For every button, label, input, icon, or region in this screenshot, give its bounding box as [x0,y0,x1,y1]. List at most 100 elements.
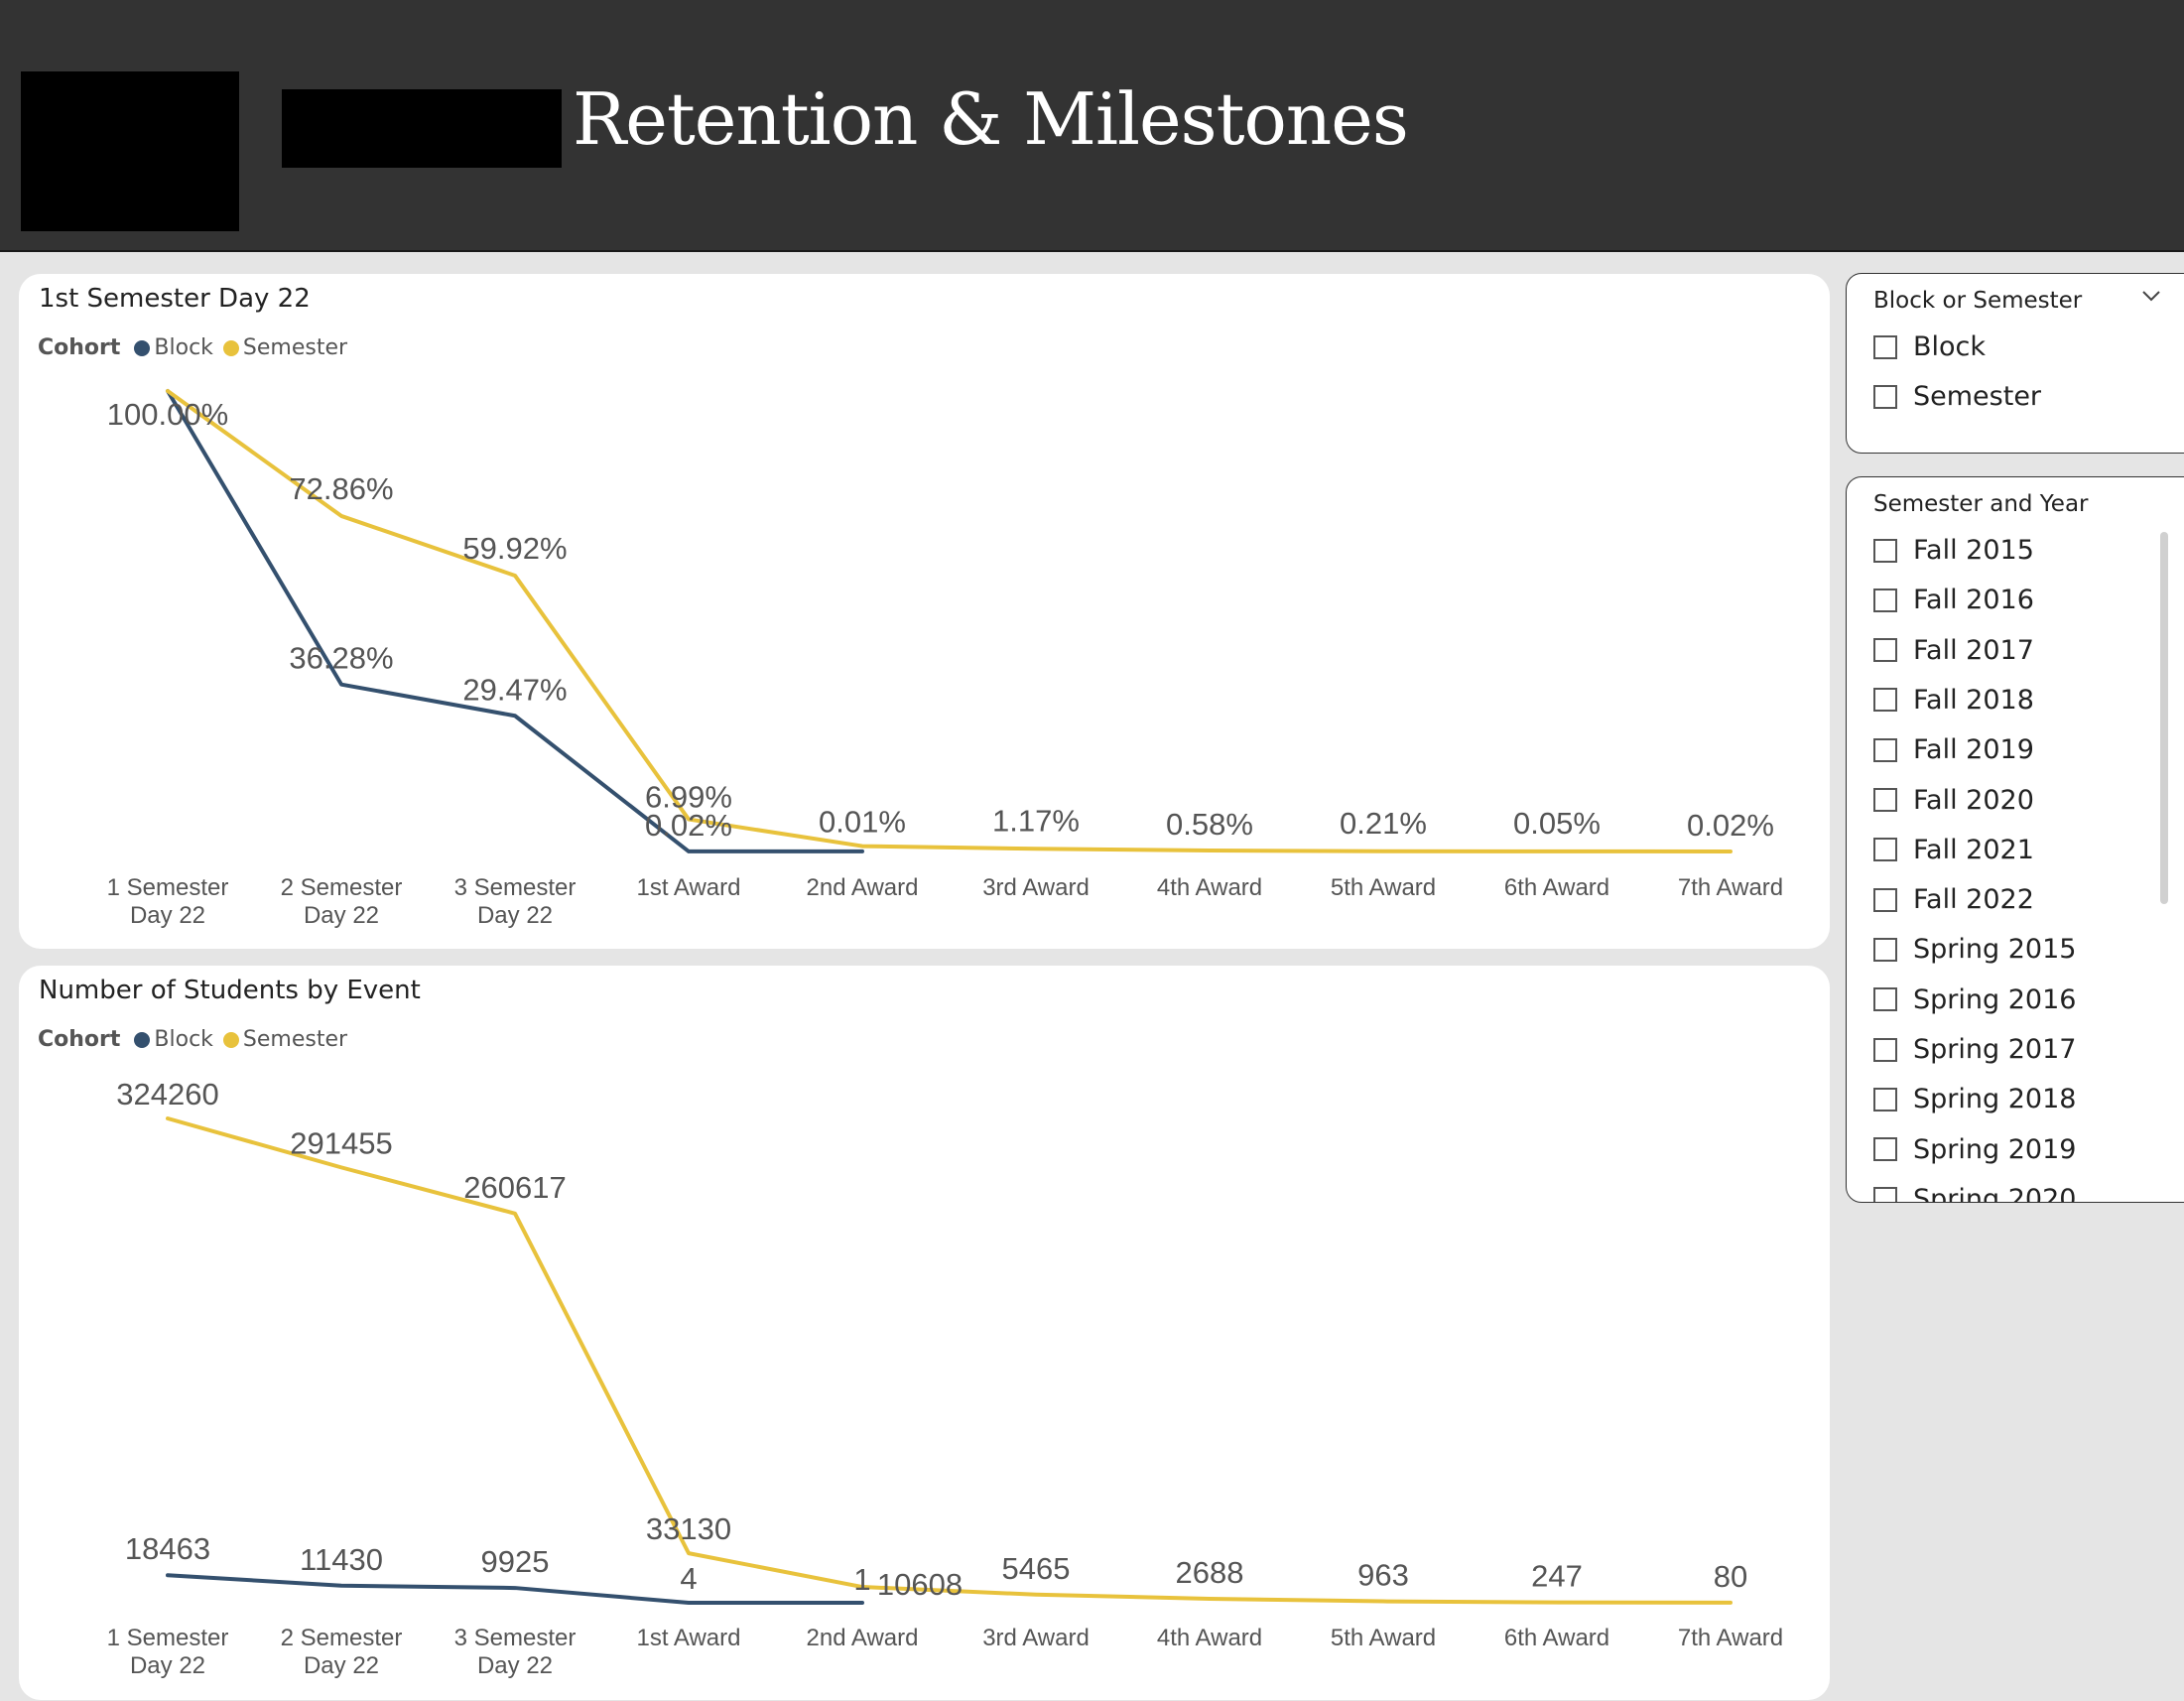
data-label: 1.17% [992,803,1080,838]
slicer-option[interactable]: Spring 2016 [1873,984,2076,1015]
slicer-option-label: Fall 2022 [1913,884,2034,916]
data-label: 29.47% [462,672,567,707]
slicer-option[interactable]: Spring 2018 [1873,1084,2076,1114]
x-tick-label: 4th Award [1157,874,1262,901]
checkbox[interactable] [1873,937,1897,962]
slicer-option-label: Semester [1913,381,2042,412]
redacted-logo [21,71,239,231]
slicer-option-label: Fall 2015 [1913,535,2034,566]
series-line-semester[interactable] [166,389,1733,853]
x-tick-label: Day 22 [304,902,379,929]
data-label: 291455 [290,1125,392,1160]
checkbox[interactable] [1873,987,1897,1012]
data-label: 1 [853,1562,870,1597]
students-chart-card[interactable]: Number of Students by Event Cohort Block… [19,966,1830,1700]
block-or-semester-slicer[interactable]: Block or Semester Block Semester [1846,273,2184,454]
data-label: 963 [1357,1558,1409,1593]
checkbox[interactable] [1873,1087,1897,1112]
slicer-option-label: Spring 2019 [1913,1133,2077,1165]
checkbox[interactable] [1873,588,1897,612]
slicer-option-label: Fall 2020 [1913,784,2034,816]
data-label: 247 [1531,1559,1583,1594]
data-label: 80 [1714,1559,1747,1594]
data-label: 4 [680,1561,697,1596]
slicer-option[interactable]: Fall 2019 [1873,734,2034,765]
slicer-option-label: Block [1913,331,1987,362]
slicer-option[interactable]: Fall 2015 [1873,535,2034,566]
checkbox[interactable] [1873,688,1897,713]
series-line-block[interactable] [166,1573,864,1605]
x-tick-label: Day 22 [304,1652,379,1679]
slicer-scrollbar[interactable] [2160,532,2168,904]
data-label: 0.02% [1687,808,1774,843]
slicer-option[interactable]: Fall 2018 [1873,685,2034,716]
data-label: 59.92% [462,531,567,566]
slicer-option-label: Fall 2017 [1913,634,2034,666]
data-label: 18463 [125,1531,210,1566]
x-tick-label: 7th Award [1678,874,1783,901]
slicer-option-label: Fall 2016 [1913,585,2034,616]
slicer-option-label: Spring 2020 [1913,1183,2077,1203]
x-tick-label: 7th Award [1678,1625,1783,1651]
data-label: 9925 [481,1544,550,1579]
x-tick-label: 4th Award [1157,1625,1262,1651]
x-tick-label: 5th Award [1331,1625,1436,1651]
checkbox[interactable] [1873,1187,1897,1202]
slicer-option-label: Spring 2016 [1913,983,2077,1015]
checkbox[interactable] [1873,334,1897,359]
x-tick-label: Day 22 [130,902,205,929]
x-tick-label: 3rd Award [982,874,1090,901]
x-tick-label: 2 Semester [281,874,403,901]
data-label: 0.01% [819,805,906,840]
slicer-option[interactable]: Block [1873,331,1986,362]
slicer-title: Block or Semester [1873,288,2083,314]
slicer-option[interactable]: Spring 2019 [1873,1134,2076,1165]
redacted-title-prefix [282,89,562,168]
checkbox[interactable] [1873,1137,1897,1162]
checkbox[interactable] [1873,638,1897,663]
data-label: 6.99% [645,780,732,815]
slicer-option[interactable]: Semester [1873,381,2041,412]
data-label: 0.05% [1513,806,1601,841]
x-tick-label: 6th Award [1504,1625,1609,1651]
report-header: Retention & Milestones [0,0,2184,252]
checkbox[interactable] [1873,737,1897,762]
checkbox[interactable] [1873,384,1897,409]
x-tick-label: Day 22 [477,1652,553,1679]
x-tick-label: Day 22 [130,1652,205,1679]
data-label: 11430 [300,1542,383,1577]
data-label: 10608 [877,1567,963,1602]
data-label: 36.28% [289,641,393,676]
slicer-option[interactable]: Fall 2020 [1873,785,2034,816]
slicer-option[interactable]: Fall 2022 [1873,884,2034,915]
data-label: 72.86% [289,471,393,506]
series-line-block[interactable] [166,389,864,853]
checkbox[interactable] [1873,538,1897,563]
checkbox[interactable] [1873,838,1897,862]
slicer-option-label: Spring 2015 [1913,934,2077,966]
chevron-down-icon[interactable] [2139,284,2163,308]
x-tick-label: 5th Award [1331,874,1436,901]
checkbox[interactable] [1873,887,1897,912]
retention-line-chart: 36.28% 29.47% 0.02% 100.00% 72.86% 59.92% 6.99… [107,389,1783,929]
slicer-option[interactable]: Fall 2021 [1873,835,2034,865]
x-tick-label: 3rd Award [982,1625,1090,1651]
slicer-option-label: Fall 2018 [1913,684,2034,716]
data-label: 100.00% [107,397,228,432]
data-label: 260617 [463,1170,566,1205]
semester-and-year-slicer[interactable]: Semester and Year Fall 2015 Fall 2016 Fall… [1846,476,2184,1203]
checkbox[interactable] [1873,788,1897,812]
slicer-option-label: Spring 2018 [1913,1084,2077,1115]
series-line-semester[interactable] [166,1116,1733,1605]
slicer-option[interactable]: Spring 2017 [1873,1034,2076,1065]
slicer-option[interactable]: Spring 2020 [1873,1183,2077,1203]
slicer-option[interactable]: Fall 2017 [1873,635,2034,666]
x-tick-label: 2nd Award [807,1625,919,1651]
retention-chart-card[interactable]: 1st Semester Day 22 Cohort Block Semeste… [19,274,1830,949]
slicer-option[interactable]: Fall 2016 [1873,585,2034,615]
slicer-option[interactable]: Spring 2015 [1873,934,2076,965]
checkbox[interactable] [1873,1037,1897,1062]
x-tick-label: 1st Award [637,874,741,901]
page-title: Retention & Milestones [573,77,1409,161]
data-label: 33130 [646,1511,731,1546]
